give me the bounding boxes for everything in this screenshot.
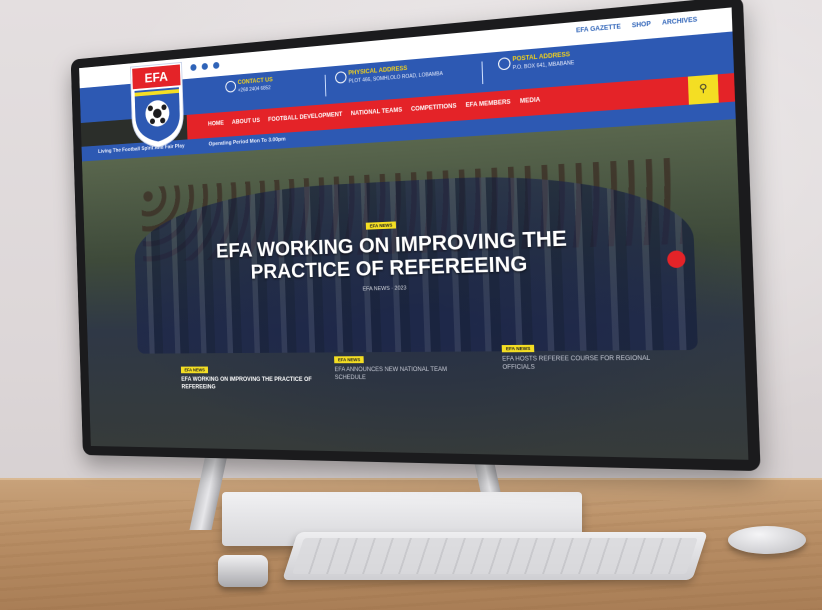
top-link-shop[interactable]: SHOP bbox=[632, 21, 651, 29]
physical-address-block: PHYSICAL ADDRESS PLOT 466, SOMHLOLO ROAD… bbox=[334, 63, 443, 85]
nav-home[interactable]: HOME bbox=[208, 121, 224, 128]
nav-efa-members[interactable]: EFA MEMBERS bbox=[466, 99, 511, 108]
divider bbox=[481, 61, 484, 85]
nav-football-development[interactable]: FOOTBALL DEVELOPMENT bbox=[268, 112, 342, 123]
hero-slider[interactable]: EFA NEWS EFA WORKING ON IMPROVING THE PR… bbox=[82, 119, 749, 460]
ticker-hours: Operating Period Mon To 3.00pm bbox=[208, 136, 286, 148]
dial-accessory bbox=[218, 555, 268, 587]
card-2-title[interactable]: EFA ANNOUNCES NEW NATIONAL TEAM SCHEDULE bbox=[334, 366, 472, 382]
contact-us-detail: +268 2404 6852 bbox=[237, 85, 271, 94]
nav-competitions[interactable]: COMPETITIONS bbox=[411, 103, 457, 112]
top-link-archives[interactable]: ARCHIVES bbox=[662, 17, 697, 27]
nav-media[interactable]: MEDIA bbox=[520, 97, 541, 105]
phone-icon bbox=[225, 80, 237, 93]
card-3-title[interactable]: EFA HOSTS REFEREE COURSE FOR REGIONAL OF… bbox=[502, 355, 653, 372]
top-link-gazette[interactable]: EFA GAZETTE bbox=[576, 24, 621, 34]
facebook-icon[interactable] bbox=[190, 63, 197, 72]
megaphone-icon bbox=[497, 57, 511, 71]
website-screen: EFA GAZETTE SHOP ARCHIVES CONTACT US +26… bbox=[79, 7, 749, 460]
postal-address-block: POSTAL ADDRESS P.O. BOX 641, MBABANE bbox=[497, 52, 575, 71]
card-1-title[interactable]: EFA WORKING ON IMPROVING THE PRACTICE OF… bbox=[181, 376, 316, 392]
monitor-bezel: EFA GAZETTE SHOP ARCHIVES CONTACT US +26… bbox=[70, 0, 761, 472]
nav-national-teams[interactable]: NATIONAL TEAMS bbox=[351, 108, 403, 118]
mouse bbox=[728, 526, 806, 554]
instagram-icon[interactable] bbox=[213, 61, 220, 70]
keyboard bbox=[282, 532, 708, 580]
card-1-badge[interactable]: EFA NEWS bbox=[180, 366, 209, 374]
card-3-badge[interactable]: EFA NEWS bbox=[501, 344, 535, 353]
divider bbox=[324, 74, 327, 97]
twitter-icon[interactable] bbox=[201, 62, 208, 71]
efa-logo[interactable]: EFA bbox=[129, 60, 186, 150]
logo-text: EFA bbox=[144, 69, 168, 86]
card-2-badge[interactable]: EFA NEWS bbox=[334, 356, 365, 364]
nav-about-us[interactable]: ABOUT US bbox=[232, 118, 260, 126]
social-icons bbox=[190, 61, 220, 72]
contact-us-block: CONTACT US +268 2404 6852 bbox=[225, 77, 274, 94]
keyboard-keys bbox=[292, 538, 698, 574]
location-icon bbox=[334, 71, 347, 84]
top-links: EFA GAZETTE SHOP ARCHIVES bbox=[576, 17, 697, 34]
hero-category-badge[interactable]: EFA NEWS bbox=[365, 221, 397, 230]
search-icon[interactable]: ⚲ bbox=[687, 74, 719, 105]
